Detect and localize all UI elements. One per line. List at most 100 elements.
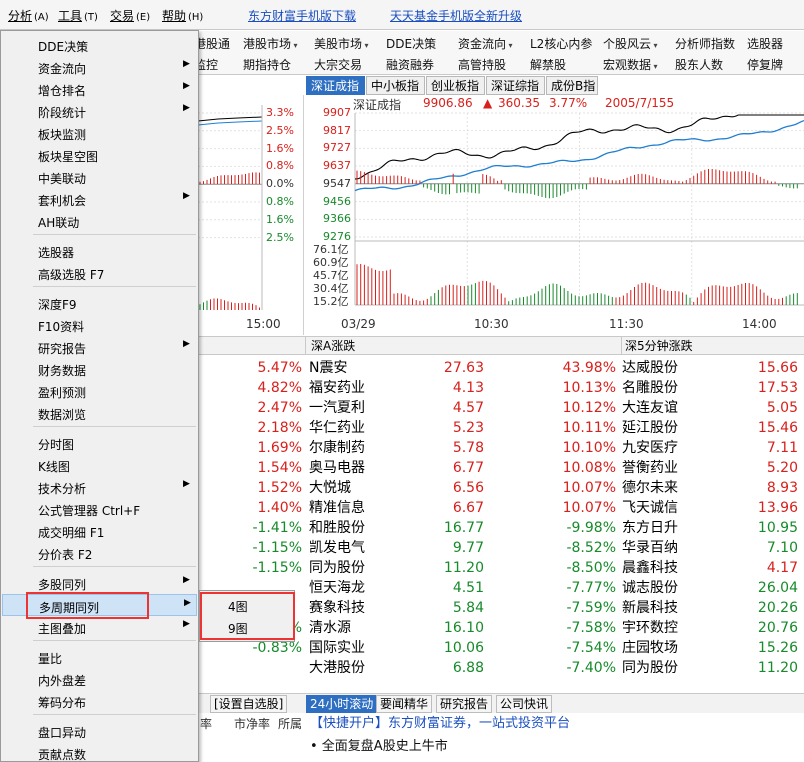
menu-item-25[interactable]: 主图叠加 ▶: [2, 616, 197, 638]
news-tab-2[interactable]: 研究报告: [436, 695, 493, 713]
news-tab-0[interactable]: 24小时滚动: [306, 695, 378, 713]
news-tab-1[interactable]: 要闻精华: [376, 695, 433, 713]
price-tick-label: 9907: [323, 106, 351, 119]
chart-tab-1[interactable]: 中小板指: [366, 76, 425, 95]
chart-tab-3[interactable]: 深证综指: [486, 76, 545, 95]
nav-item-r2-8[interactable]: 停复牌: [747, 56, 783, 73]
nav-item-r1-7[interactable]: 分析师指数: [675, 35, 735, 52]
nav-item-r1-8[interactable]: 选股器: [747, 35, 783, 52]
chart-tab-2[interactable]: 创业板指: [426, 76, 485, 95]
nav-item-r2-3[interactable]: 融资融券: [386, 56, 434, 73]
nav-item-r1-2[interactable]: 美股市场 ▾: [314, 35, 369, 52]
menu-item-22[interactable]: 分价表 F2: [2, 542, 197, 564]
table-row[interactable]: 东方日升 10.95: [622, 518, 804, 538]
table-row[interactable]: 清水源 16.10 -7.58%: [306, 618, 621, 638]
table-row[interactable]: 和胜股份 16.77 -9.98%: [306, 518, 621, 538]
menu-item-1[interactable]: 资金流向 ▶: [2, 56, 197, 78]
menu-item-26[interactable]: 量比: [2, 646, 197, 668]
menu-item-21[interactable]: 成交明细 F1: [2, 520, 197, 542]
table-row[interactable]: 国际实业 10.06 -7.54%: [306, 638, 621, 658]
nav-item-r1-5[interactable]: L2核心内参: [530, 35, 592, 52]
table-row[interactable]: 精准信息 6.67 10.07%: [306, 498, 621, 518]
menu-item-10[interactable]: 高级选股 F7: [2, 262, 197, 284]
table-row[interactable]: 同为股份 11.20: [622, 658, 804, 678]
menu-item-29[interactable]: 盘口异动: [2, 720, 197, 742]
stock-price: 13.96: [757, 500, 798, 516]
nav-item-r1-0[interactable]: 港股通: [194, 35, 230, 52]
table-row[interactable]: 宇环数控 20.76: [622, 618, 804, 638]
table-row[interactable]: 誉衡药业 5.20: [622, 458, 804, 478]
menu-item-4[interactable]: 板块监测: [2, 122, 197, 144]
menu-item-7[interactable]: 套利机会 ▶: [2, 188, 197, 210]
menu-item-2[interactable]: 增仓排名 ▶: [2, 78, 197, 100]
menu-item-15[interactable]: 盈利预测: [2, 380, 197, 402]
chart-tab-0[interactable]: 深证成指: [306, 76, 365, 95]
table-row[interactable]: 福安药业 4.13 10.13%: [306, 378, 621, 398]
menu-item-6[interactable]: 中美联动: [2, 166, 197, 188]
set-watchlist-button[interactable]: [设置自选股]: [210, 695, 288, 713]
menu-item-0[interactable]: DDE决策: [2, 34, 197, 56]
chart-tab-4[interactable]: 成份B指: [546, 76, 598, 95]
table-row[interactable]: 大悦城 6.56 10.07%: [306, 478, 621, 498]
table-row[interactable]: 九安医疗 7.11: [622, 438, 804, 458]
stock-name: 华仁药业: [309, 420, 365, 436]
nav-item-r1-1[interactable]: 港股市场 ▾: [243, 35, 298, 52]
nav-item-r2-1[interactable]: 期指持仓: [243, 56, 291, 73]
menu-item-18[interactable]: K线图: [2, 454, 197, 476]
menu-item-5[interactable]: 板块星空图: [2, 144, 197, 166]
table-row[interactable]: 诚志股份 26.04: [622, 578, 804, 598]
menu-item-17[interactable]: 分时图: [2, 432, 197, 454]
table-row[interactable]: 凯发电气 9.77 -8.52%: [306, 538, 621, 558]
table-row[interactable]: 延江股份 15.46: [622, 418, 804, 438]
table-row[interactable]: 一汽夏利 4.57 10.12%: [306, 398, 621, 418]
nav-item-r2-7[interactable]: 股东人数: [675, 56, 723, 73]
menu-item-9[interactable]: 选股器: [2, 240, 197, 262]
menubar-item-1[interactable]: 工具 (T): [58, 7, 98, 24]
table-row[interactable]: 达威股份 15.66: [622, 358, 804, 378]
news-headline[interactable]: 【快捷开户】东方财富证券，一站式投资平台: [306, 713, 804, 735]
table-row[interactable]: 新晨科技 20.26: [622, 598, 804, 618]
table-row[interactable]: 名雕股份 17.53: [622, 378, 804, 398]
menu-item-23[interactable]: 多股同列 ▶: [2, 572, 197, 594]
menu-item-20[interactable]: 公式管理器 Ctrl+F: [2, 498, 197, 520]
menu-item-14[interactable]: 财务数据: [2, 358, 197, 380]
table-row[interactable]: 赛象科技 5.84 -7.59%: [306, 598, 621, 618]
menu-item-8[interactable]: AH联动: [2, 210, 197, 232]
nav-item-r2-2[interactable]: 大宗交易: [314, 56, 362, 73]
menu-item-19[interactable]: 技术分析 ▶: [2, 476, 197, 498]
menu-item-3[interactable]: 阶段统计 ▶: [2, 100, 197, 122]
nav-item-r2-6[interactable]: 宏观数据 ▾: [603, 56, 658, 73]
table-row[interactable]: N震安 27.63 43.98%: [306, 358, 621, 378]
table-row[interactable]: 同为股份 11.20 -8.50%: [306, 558, 621, 578]
table-row[interactable]: 大连友谊 5.05: [622, 398, 804, 418]
nav-item-r1-4[interactable]: 资金流向 ▾: [458, 35, 513, 52]
table-row[interactable]: 德尔未来 8.93: [622, 478, 804, 498]
menu-item-11[interactable]: 深度F9: [2, 292, 197, 314]
menu-item-13[interactable]: 研究报告 ▶: [2, 336, 197, 358]
table-row[interactable]: 奥马电器 6.77 10.08%: [306, 458, 621, 478]
menu-item-28[interactable]: 筹码分布: [2, 690, 197, 712]
promo-link-0[interactable]: 东方财富手机版下载: [248, 7, 356, 24]
table-row[interactable]: 晨鑫科技 4.17: [622, 558, 804, 578]
news-item[interactable]: • 全面复盘A股史上牛市: [306, 737, 804, 757]
nav-item-r1-6[interactable]: 个股风云 ▾: [603, 35, 658, 52]
nav-item-r2-5[interactable]: 解禁股: [530, 56, 566, 73]
promo-link-1[interactable]: 天天基金手机版全新升级: [390, 7, 522, 24]
menubar-item-3[interactable]: 帮助 (H): [162, 7, 203, 24]
menu-item-12[interactable]: F10资料: [2, 314, 197, 336]
menu-item-16[interactable]: 数据浏览: [2, 402, 197, 424]
table-row[interactable]: 大港股份 6.88 -7.40%: [306, 658, 621, 678]
table-row[interactable]: 恒天海龙 4.51 -7.77%: [306, 578, 621, 598]
table-row[interactable]: 庄园牧场 15.26: [622, 638, 804, 658]
menu-item-30[interactable]: 贡献点数: [2, 742, 197, 762]
table-row[interactable]: 华仁药业 5.23 10.11%: [306, 418, 621, 438]
nav-item-r2-4[interactable]: 高管持股: [458, 56, 506, 73]
news-tab-3[interactable]: 公司快讯: [496, 695, 553, 713]
menubar-item-2[interactable]: 交易 (E): [110, 7, 150, 24]
menu-item-27[interactable]: 内外盘差: [2, 668, 197, 690]
nav-item-r1-3[interactable]: DDE决策: [386, 35, 436, 52]
table-row[interactable]: 华录百纳 7.10: [622, 538, 804, 558]
table-row[interactable]: 飞天诚信 13.96: [622, 498, 804, 518]
table-row[interactable]: 尔康制药 5.78 10.10%: [306, 438, 621, 458]
menubar-item-0[interactable]: 分析 (A): [8, 7, 49, 24]
